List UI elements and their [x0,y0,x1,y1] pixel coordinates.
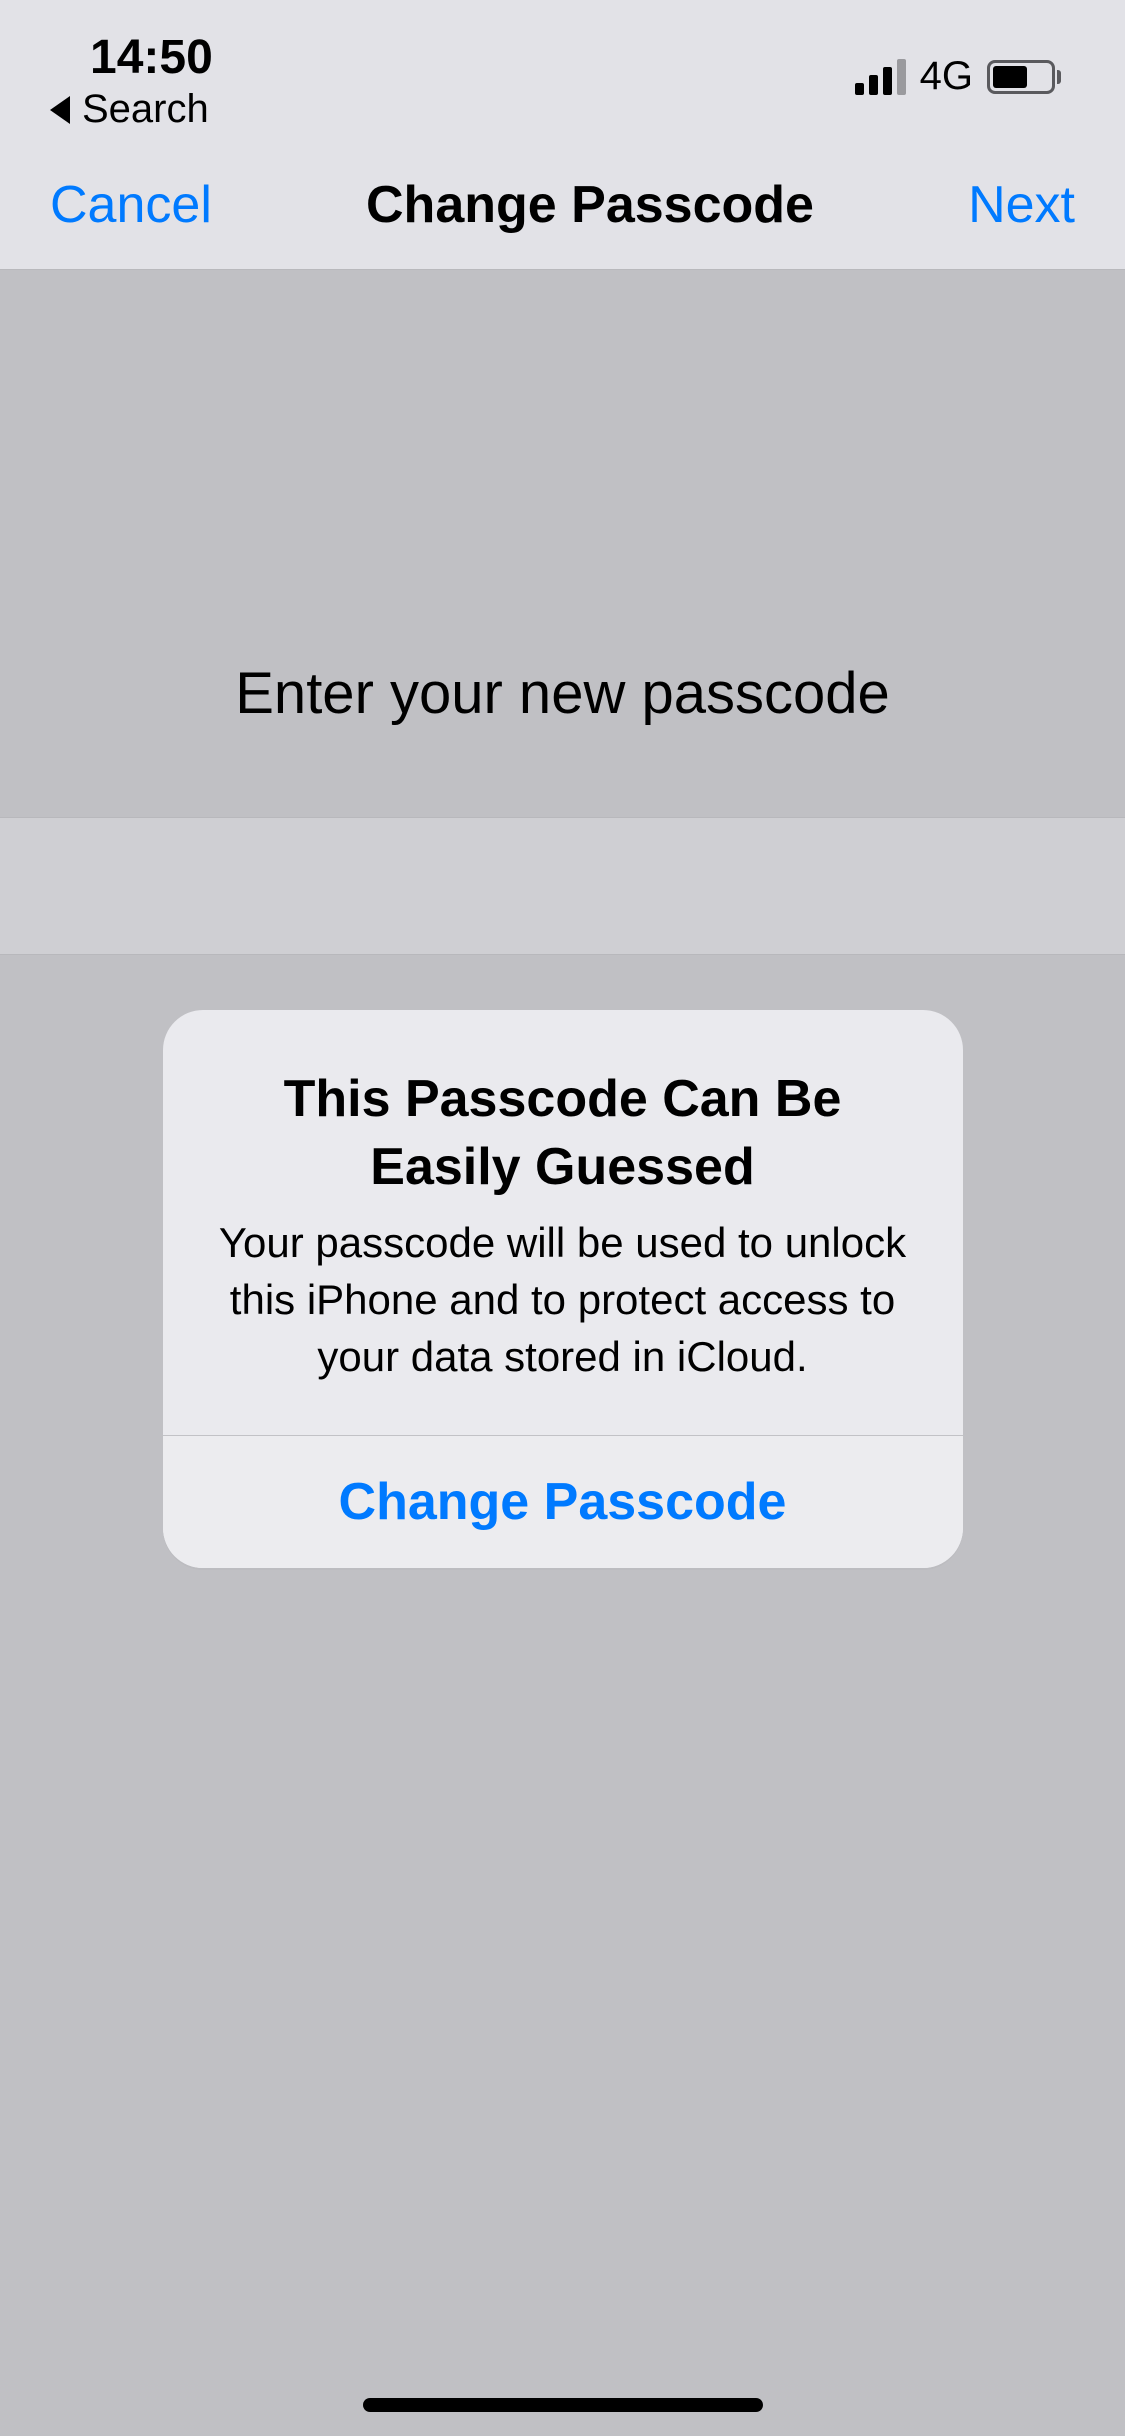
back-triangle-icon [50,96,70,124]
battery-icon [987,60,1061,94]
network-type: 4G [920,54,973,99]
next-button[interactable]: Next [968,175,1075,235]
navigation-bar: Cancel Change Passcode Next [0,140,1125,270]
change-passcode-button[interactable]: Change Passcode [163,1436,963,1568]
cancel-button[interactable]: Cancel [50,175,212,235]
alert-title: This Passcode Can Be Easily Guessed [213,1066,913,1201]
content-area: Enter your new passcode This Passcode Ca… [0,270,1125,2436]
alert-backdrop: This Passcode Can Be Easily Guessed Your… [0,270,1125,2436]
back-to-search[interactable]: Search [50,87,209,132]
cellular-signal-icon [855,59,906,95]
home-indicator[interactable] [363,2398,763,2412]
alert-message: Your passcode will be used to unlock thi… [213,1215,913,1385]
status-left: 14:50 Search [50,30,213,132]
alert-content: This Passcode Can Be Easily Guessed Your… [163,1010,963,1435]
status-right: 4G [855,30,1075,99]
status-bar: 14:50 Search 4G [0,0,1125,140]
alert-dialog: This Passcode Can Be Easily Guessed Your… [163,1010,963,1568]
page-title: Change Passcode [366,175,814,235]
status-time: 14:50 [50,30,213,85]
back-label: Search [82,87,209,132]
